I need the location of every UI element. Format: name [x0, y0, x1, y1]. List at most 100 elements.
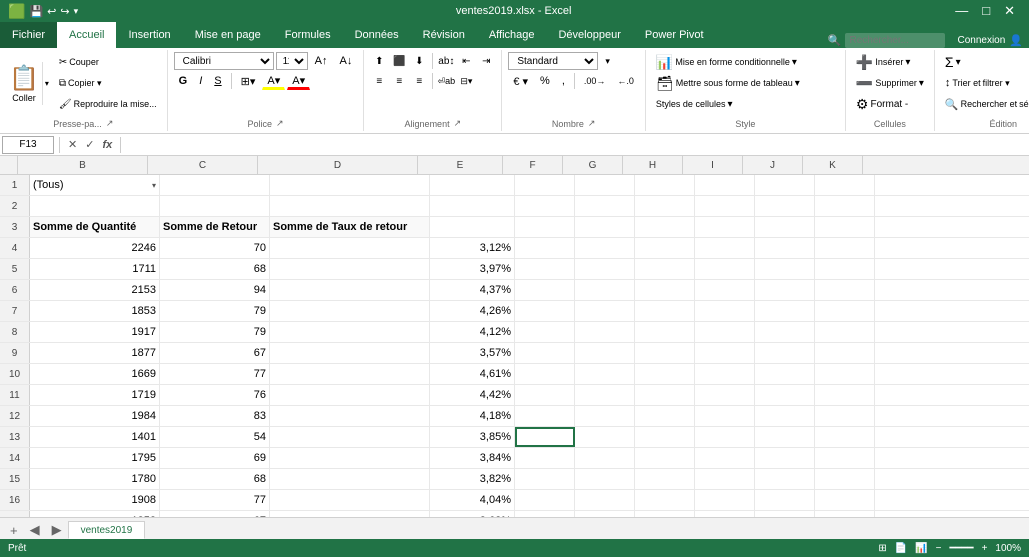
somme-button[interactable]: Σ ▾ — [941, 52, 965, 72]
cell-b7[interactable]: 1853 — [30, 301, 160, 321]
cell-f1[interactable] — [515, 175, 575, 195]
cell-d11[interactable] — [270, 385, 430, 405]
cell-k2[interactable] — [815, 196, 875, 216]
col-header-j[interactable]: J — [743, 156, 803, 174]
presse-papier-expand[interactable]: ↗ — [106, 118, 114, 129]
connexion-button[interactable]: Connexion — [957, 35, 1005, 46]
align-right-button[interactable]: ≡ — [410, 72, 428, 90]
cell-f5[interactable] — [515, 259, 575, 279]
cell-c5[interactable]: 68 — [160, 259, 270, 279]
tab-revision[interactable]: Révision — [411, 22, 477, 48]
row-number-9[interactable]: 9 — [0, 343, 30, 363]
cell-h5[interactable] — [635, 259, 695, 279]
cell-f8[interactable] — [515, 322, 575, 342]
cell-c14[interactable]: 69 — [160, 448, 270, 468]
col-header-e[interactable]: E — [418, 156, 503, 174]
cell-f4[interactable] — [515, 238, 575, 258]
trier-button[interactable]: ↕ Trier et filtrer ▾ — [941, 73, 1014, 93]
cell-g1[interactable] — [575, 175, 635, 195]
cell-b15[interactable]: 1780 — [30, 469, 160, 489]
cell-f3[interactable] — [515, 217, 575, 237]
increase-font-button[interactable]: A↑ — [310, 52, 333, 70]
page-break-icon[interactable]: 📊 — [915, 543, 927, 554]
cell-b10[interactable]: 1669 — [30, 364, 160, 384]
maximize-button[interactable]: □ — [976, 3, 996, 19]
quick-undo[interactable]: ↩ — [47, 5, 56, 18]
formula-input[interactable] — [126, 136, 1027, 154]
row-number-13[interactable]: 13 — [0, 427, 30, 447]
cell-d2[interactable] — [270, 196, 430, 216]
col-header-g[interactable]: G — [563, 156, 623, 174]
cell-f12[interactable] — [515, 406, 575, 426]
underline-button[interactable]: S — [209, 72, 226, 90]
format-button[interactable]: ⚙ Format - — [852, 94, 912, 114]
cell-e7[interactable]: 4,26% — [430, 301, 515, 321]
text-direction-button[interactable]: ab↕ — [437, 52, 455, 70]
cell-i15[interactable] — [695, 469, 755, 489]
cell-reference-box[interactable] — [2, 136, 54, 154]
cell-b1[interactable]: (Tous) ▾ — [30, 175, 160, 195]
cell-j6[interactable] — [755, 280, 815, 300]
row-number-2[interactable]: 2 — [0, 196, 30, 216]
cell-k5[interactable] — [815, 259, 875, 279]
tab-mise-en-page[interactable]: Mise en page — [183, 22, 273, 48]
cell-j8[interactable] — [755, 322, 815, 342]
row-number-12[interactable]: 12 — [0, 406, 30, 426]
row-number-6[interactable]: 6 — [0, 280, 30, 300]
cell-f7[interactable] — [515, 301, 575, 321]
italic-button[interactable]: I — [194, 72, 207, 90]
tab-power-pivot[interactable]: Power Pivot — [633, 22, 716, 48]
cell-j4[interactable] — [755, 238, 815, 258]
cell-e15[interactable]: 3,82% — [430, 469, 515, 489]
cell-h13[interactable] — [635, 427, 695, 447]
cell-e1[interactable] — [430, 175, 515, 195]
cell-h10[interactable] — [635, 364, 695, 384]
percent-button[interactable]: % — [535, 72, 555, 90]
cell-k10[interactable] — [815, 364, 875, 384]
cell-c4[interactable]: 70 — [160, 238, 270, 258]
minimize-button[interactable]: — — [949, 3, 974, 19]
increase-decimal-button[interactable]: .00→ — [579, 72, 611, 90]
cell-d15[interactable] — [270, 469, 430, 489]
nombre-expand[interactable]: ↗ — [588, 118, 596, 129]
cell-g2[interactable] — [575, 196, 635, 216]
cell-e3[interactable] — [430, 217, 515, 237]
cell-k8[interactable] — [815, 322, 875, 342]
cell-b12[interactable]: 1984 — [30, 406, 160, 426]
cell-j15[interactable] — [755, 469, 815, 489]
cell-j3[interactable] — [755, 217, 815, 237]
cell-g15[interactable] — [575, 469, 635, 489]
cell-c15[interactable]: 68 — [160, 469, 270, 489]
cell-k14[interactable] — [815, 448, 875, 468]
cell-i11[interactable] — [695, 385, 755, 405]
cell-f6[interactable] — [515, 280, 575, 300]
cell-c3[interactable]: Somme de Retour — [160, 217, 270, 237]
cell-h15[interactable] — [635, 469, 695, 489]
cell-e9[interactable]: 3,57% — [430, 343, 515, 363]
cell-f9[interactable] — [515, 343, 575, 363]
navigate-left-button[interactable]: ◀ — [24, 521, 46, 539]
merge-button[interactable]: ⊟▾ — [457, 72, 475, 90]
cell-d10[interactable] — [270, 364, 430, 384]
cell-e12[interactable]: 4,18% — [430, 406, 515, 426]
cell-k3[interactable] — [815, 217, 875, 237]
cell-h7[interactable] — [635, 301, 695, 321]
function-icon[interactable]: fx — [99, 139, 115, 151]
cell-e14[interactable]: 3,84% — [430, 448, 515, 468]
cell-i13[interactable] — [695, 427, 755, 447]
cell-j1[interactable] — [755, 175, 815, 195]
cell-f11[interactable] — [515, 385, 575, 405]
cell-h16[interactable] — [635, 490, 695, 510]
cell-k16[interactable] — [815, 490, 875, 510]
search-input[interactable] — [845, 33, 945, 48]
couper-button[interactable]: ✂ Couper — [55, 52, 161, 72]
cell-b9[interactable]: 1877 — [30, 343, 160, 363]
inserer-button[interactable]: ➕ Insérer ▾ — [852, 52, 914, 72]
cell-i2[interactable] — [695, 196, 755, 216]
cell-d1[interactable] — [270, 175, 430, 195]
border-button[interactable]: ⊞▾ — [236, 72, 261, 90]
cell-b13[interactable]: 1401 — [30, 427, 160, 447]
cell-k4[interactable] — [815, 238, 875, 258]
zoom-out-button[interactable]: − — [936, 543, 942, 554]
number-format-selector[interactable]: Standard — [508, 52, 598, 70]
